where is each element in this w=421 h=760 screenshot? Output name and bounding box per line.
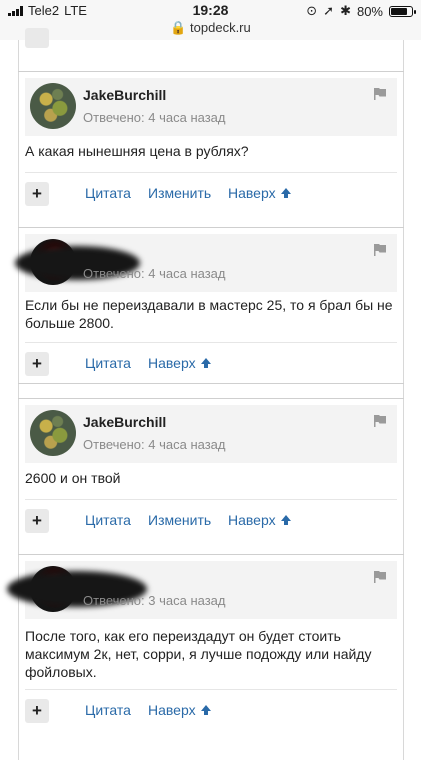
- post: JakeBurchill Отвечено: 4 часа назад А ка…: [18, 71, 404, 228]
- post-header: JakeBurchill Отвечено: 4 часа назад: [25, 78, 397, 136]
- post-actions: + Цитата Наверх: [25, 342, 397, 386]
- post-timestamp: Отвечено: 4 часа назад: [83, 110, 226, 125]
- plus-button[interactable]: +: [25, 182, 49, 206]
- post-body: После того, как его переиздадут он будет…: [25, 628, 372, 680]
- location-icon: ➚: [323, 3, 335, 18]
- report-flag-icon[interactable]: [373, 88, 387, 100]
- go-top-label: Наверх: [148, 702, 196, 718]
- plus-button[interactable]: +: [25, 509, 49, 533]
- plus-button[interactable]: +: [25, 352, 49, 376]
- post-header: Отвечено: 3 часа назад: [7, 561, 397, 619]
- quote-link[interactable]: Цитата: [85, 355, 131, 371]
- quote-link[interactable]: Цитата: [85, 702, 131, 718]
- avatar[interactable]: [30, 410, 76, 456]
- post-timestamp: Отвечено: 4 часа назад: [83, 266, 226, 281]
- status-right: ⊙ ➚ ✱ 80%: [306, 3, 416, 19]
- plus-button[interactable]: +: [25, 699, 49, 723]
- post-timestamp: Отвечено: 4 часа назад: [83, 437, 226, 452]
- go-top-label: Наверх: [228, 512, 276, 528]
- post-actions: + Цитата Изменить Наверх: [25, 172, 397, 216]
- post: Отвечено: 3 часа назад После того, как е…: [7, 554, 404, 750]
- go-top-label: Наверх: [228, 185, 276, 201]
- post-header: Отвечено: 4 часа назад: [15, 234, 397, 292]
- go-top-link[interactable]: Наверх: [228, 185, 292, 201]
- edit-link[interactable]: Изменить: [148, 512, 211, 528]
- arrow-up-icon: [280, 188, 291, 198]
- bluetooth-icon: ✱: [340, 3, 351, 18]
- post-timestamp: Отвечено: 3 часа назад: [83, 593, 226, 608]
- edit-link[interactable]: Изменить: [148, 185, 211, 201]
- post-body: А какая нынешняя цена в рублях?: [25, 143, 249, 159]
- go-top-link[interactable]: Наверх: [148, 355, 212, 371]
- report-flag-icon[interactable]: [373, 415, 387, 427]
- post-actions: + Цитата Изменить Наверх: [25, 499, 397, 543]
- status-bar: Tele2 LTE 19:28 🔒 topdeck.ru ⊙ ➚ ✱ 80%: [0, 0, 421, 40]
- battery-icon: [389, 5, 416, 17]
- report-flag-icon[interactable]: [373, 244, 387, 256]
- post-header: JakeBurchill Отвечено: 4 часа назад: [25, 405, 397, 463]
- battery-percent: 80%: [356, 3, 383, 19]
- go-top-link[interactable]: Наверх: [228, 512, 292, 528]
- quote-link[interactable]: Цитата: [85, 512, 131, 528]
- author-name[interactable]: JakeBurchill: [83, 87, 166, 103]
- post-actions: + Цитата Наверх: [25, 689, 397, 733]
- author-name[interactable]: JakeBurchill: [83, 414, 166, 430]
- report-flag-icon[interactable]: [373, 571, 387, 583]
- post: Отвечено: 4 часа назад Если бы не переиз…: [15, 227, 404, 386]
- arrow-up-icon: [200, 358, 211, 368]
- go-top-link[interactable]: Наверх: [148, 702, 212, 718]
- quote-link[interactable]: Цитата: [85, 185, 131, 201]
- plus-button[interactable]: [25, 28, 49, 48]
- post: JakeBurchill Отвечено: 4 часа назад 2600…: [18, 398, 404, 555]
- post-body: Если бы не переиздавали в мастерс 25, то…: [25, 297, 393, 331]
- go-top-label: Наверх: [148, 355, 196, 371]
- post-body: 2600 и он твой: [25, 470, 121, 486]
- arrow-up-icon: [280, 515, 291, 525]
- avatar[interactable]: [30, 83, 76, 129]
- address-bar-url[interactable]: 🔒 topdeck.ru: [0, 20, 421, 36]
- arrow-up-icon: [200, 705, 211, 715]
- rotation-lock-icon: ⊙: [306, 3, 318, 18]
